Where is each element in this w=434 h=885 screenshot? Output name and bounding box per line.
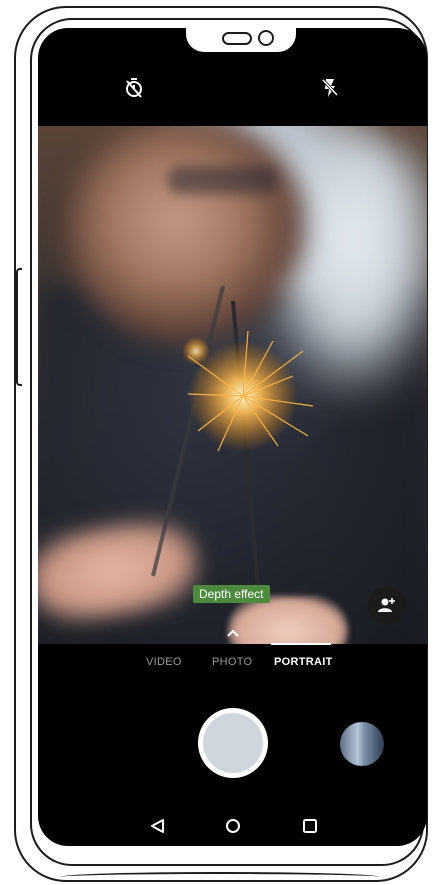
shutter-inner [203, 713, 263, 773]
flash-off-icon[interactable] [318, 76, 342, 100]
front-camera [258, 30, 274, 46]
tab-video[interactable]: VIDEO [146, 656, 182, 668]
tab-photo[interactable]: PHOTO [212, 656, 252, 668]
notch [186, 28, 296, 52]
depth-effect-label: Depth effect [193, 585, 270, 603]
timer-off-icon[interactable] [122, 76, 146, 100]
phone-side-button [16, 268, 22, 386]
earpiece-speaker [222, 32, 252, 45]
sparkler-image [151, 285, 314, 644]
viewfinder[interactable] [38, 126, 427, 644]
back-triangle-icon[interactable] [150, 818, 166, 834]
person-add-icon[interactable] [368, 586, 406, 624]
viewfinder-background [228, 596, 348, 644]
phone-bottom-edge [60, 872, 380, 882]
shutter-button[interactable] [198, 708, 268, 778]
gallery-thumbnail[interactable] [340, 722, 384, 766]
camera-mode-tabs: VIDEO PHOTO PORTRAIT [38, 656, 427, 676]
camera-screen: Depth effect VIDEO PHOTO PORTRAIT [38, 28, 427, 846]
tab-portrait[interactable]: PORTRAIT [274, 656, 333, 668]
recent-square-icon[interactable] [302, 818, 318, 834]
home-circle-icon[interactable] [225, 818, 241, 834]
active-mode-indicator [271, 643, 331, 645]
chevron-up-icon[interactable] [226, 625, 240, 637]
